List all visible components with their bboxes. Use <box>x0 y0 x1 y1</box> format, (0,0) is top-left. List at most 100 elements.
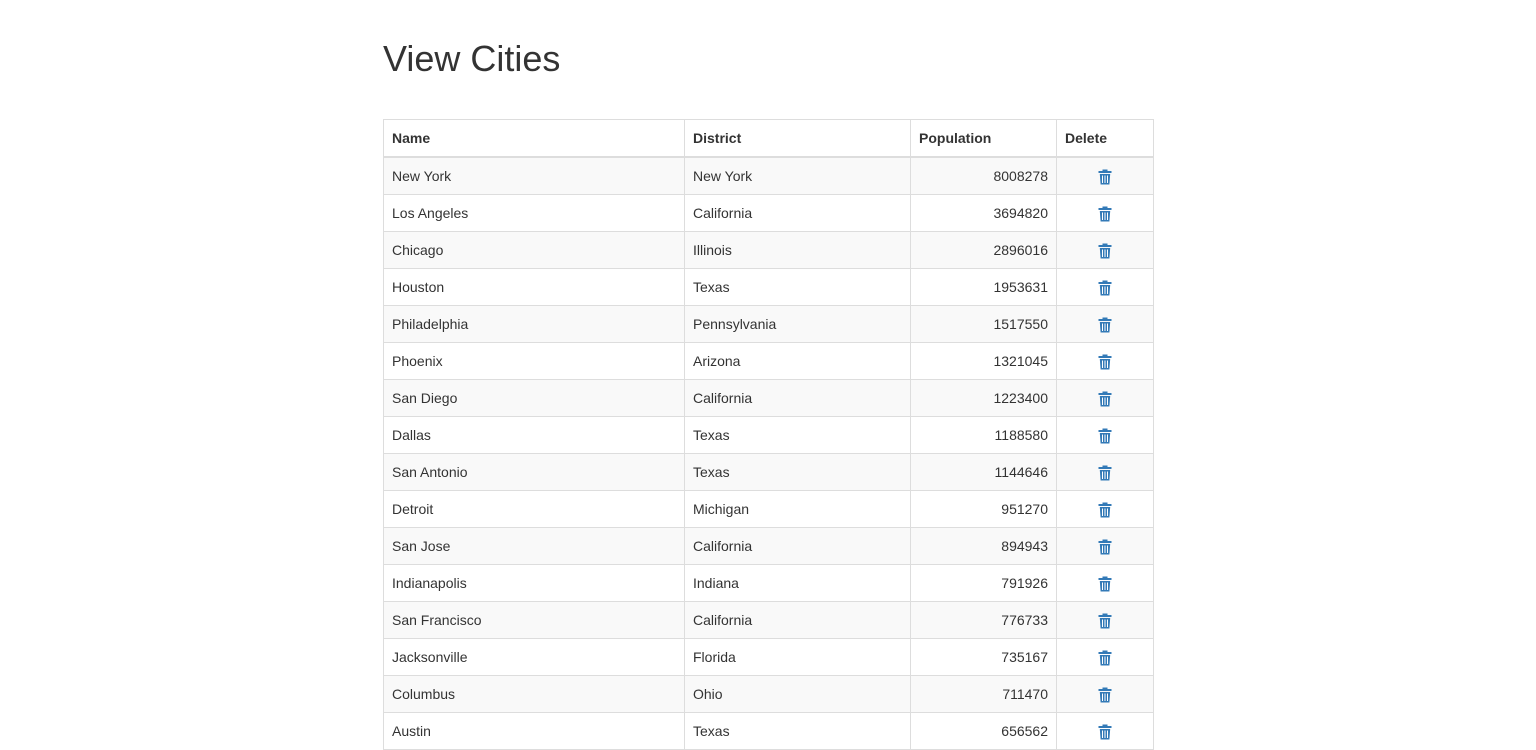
cell-delete <box>1056 638 1154 676</box>
cell-district: Arizona <box>684 342 911 380</box>
cell-city-name: San Jose <box>383 527 685 565</box>
cell-district: California <box>684 379 911 417</box>
table-row: Indianapolis Indiana 791926 <box>383 564 1154 602</box>
cell-district: Michigan <box>684 490 911 528</box>
table-row: Houston Texas 1953631 <box>383 268 1154 306</box>
cell-district: Illinois <box>684 231 911 269</box>
trash-icon[interactable] <box>1098 243 1112 259</box>
cell-city-name: San Francisco <box>383 601 685 639</box>
table-row: Jacksonville Florida 735167 <box>383 638 1154 676</box>
trash-icon[interactable] <box>1098 539 1112 555</box>
cell-district: Pennsylvania <box>684 305 911 343</box>
cell-city-name: Detroit <box>383 490 685 528</box>
cell-population: 951270 <box>910 490 1057 528</box>
cell-district: Florida <box>684 638 911 676</box>
cell-district: Texas <box>684 712 911 750</box>
table-row: Philadelphia Pennsylvania 1517550 <box>383 305 1154 343</box>
cell-population: 1223400 <box>910 379 1057 417</box>
table-row: Austin Texas 656562 <box>383 712 1154 750</box>
cell-delete <box>1056 268 1154 306</box>
cell-delete <box>1056 416 1154 454</box>
cell-delete <box>1056 156 1154 195</box>
cell-population: 894943 <box>910 527 1057 565</box>
table-body: New York New York 8008278 Los Angeles Califo… <box>383 156 1154 750</box>
cell-city-name: Phoenix <box>383 342 685 380</box>
table-row: Chicago Illinois 2896016 <box>383 231 1154 269</box>
trash-icon[interactable] <box>1098 576 1112 592</box>
table-row: Phoenix Arizona 1321045 <box>383 342 1154 380</box>
column-header-population: Population <box>910 119 1057 158</box>
cell-population: 1188580 <box>910 416 1057 454</box>
cell-district: California <box>684 194 911 232</box>
cell-city-name: Philadelphia <box>383 305 685 343</box>
cell-delete <box>1056 305 1154 343</box>
table-row: Dallas Texas 1188580 <box>383 416 1154 454</box>
cities-table: Name District Population Delete New York… <box>383 119 1154 750</box>
cell-city-name: San Diego <box>383 379 685 417</box>
cell-delete <box>1056 379 1154 417</box>
cell-district: California <box>684 527 911 565</box>
page-title: View Cities <box>383 38 561 79</box>
cell-population: 1321045 <box>910 342 1057 380</box>
cell-delete <box>1056 342 1154 380</box>
cell-city-name: Columbus <box>383 675 685 713</box>
cell-city-name: Houston <box>383 268 685 306</box>
cell-delete <box>1056 564 1154 602</box>
cell-delete <box>1056 712 1154 750</box>
column-header-delete: Delete <box>1056 119 1154 158</box>
trash-icon[interactable] <box>1098 687 1112 703</box>
cell-district: Texas <box>684 268 911 306</box>
table-row: Columbus Ohio 711470 <box>383 675 1154 713</box>
cell-population: 656562 <box>910 712 1057 750</box>
trash-icon[interactable] <box>1098 428 1112 444</box>
cell-city-name: Los Angeles <box>383 194 685 232</box>
cell-population: 1517550 <box>910 305 1057 343</box>
table-row: San Diego California 1223400 <box>383 379 1154 417</box>
trash-icon[interactable] <box>1098 354 1112 370</box>
trash-icon[interactable] <box>1098 391 1112 407</box>
cell-city-name: Austin <box>383 712 685 750</box>
cell-delete <box>1056 675 1154 713</box>
cell-district: New York <box>684 156 911 195</box>
cell-city-name: San Antonio <box>383 453 685 491</box>
column-header-name: Name <box>383 119 685 158</box>
table-row: San Antonio Texas 1144646 <box>383 453 1154 491</box>
cell-district: California <box>684 601 911 639</box>
table-row: San Jose California 894943 <box>383 527 1154 565</box>
trash-icon[interactable] <box>1098 613 1112 629</box>
cell-district: Texas <box>684 453 911 491</box>
cell-city-name: New York <box>383 156 685 195</box>
cell-delete <box>1056 527 1154 565</box>
cell-city-name: Jacksonville <box>383 638 685 676</box>
cell-delete <box>1056 231 1154 269</box>
cell-city-name: Dallas <box>383 416 685 454</box>
cell-delete <box>1056 453 1154 491</box>
trash-icon[interactable] <box>1098 317 1112 333</box>
cell-population: 3694820 <box>910 194 1057 232</box>
table-row: Detroit Michigan 951270 <box>383 490 1154 528</box>
trash-icon[interactable] <box>1098 724 1112 740</box>
cell-city-name: Indianapolis <box>383 564 685 602</box>
column-header-district: District <box>684 119 911 158</box>
table-header-row: Name District Population Delete <box>383 119 1154 158</box>
trash-icon[interactable] <box>1098 280 1112 296</box>
cell-district: Texas <box>684 416 911 454</box>
trash-icon[interactable] <box>1098 169 1112 185</box>
cell-district: Indiana <box>684 564 911 602</box>
trash-icon[interactable] <box>1098 206 1112 222</box>
cell-population: 791926 <box>910 564 1057 602</box>
cell-population: 1953631 <box>910 268 1057 306</box>
cell-population: 711470 <box>910 675 1057 713</box>
trash-icon[interactable] <box>1098 650 1112 666</box>
trash-icon[interactable] <box>1098 465 1112 481</box>
cell-population: 776733 <box>910 601 1057 639</box>
table-row: San Francisco California 776733 <box>383 601 1154 639</box>
table-row: Los Angeles California 3694820 <box>383 194 1154 232</box>
cell-city-name: Chicago <box>383 231 685 269</box>
cell-population: 2896016 <box>910 231 1057 269</box>
cell-delete <box>1056 490 1154 528</box>
cell-district: Ohio <box>684 675 911 713</box>
cell-population: 735167 <box>910 638 1057 676</box>
trash-icon[interactable] <box>1098 502 1112 518</box>
cell-delete <box>1056 601 1154 639</box>
